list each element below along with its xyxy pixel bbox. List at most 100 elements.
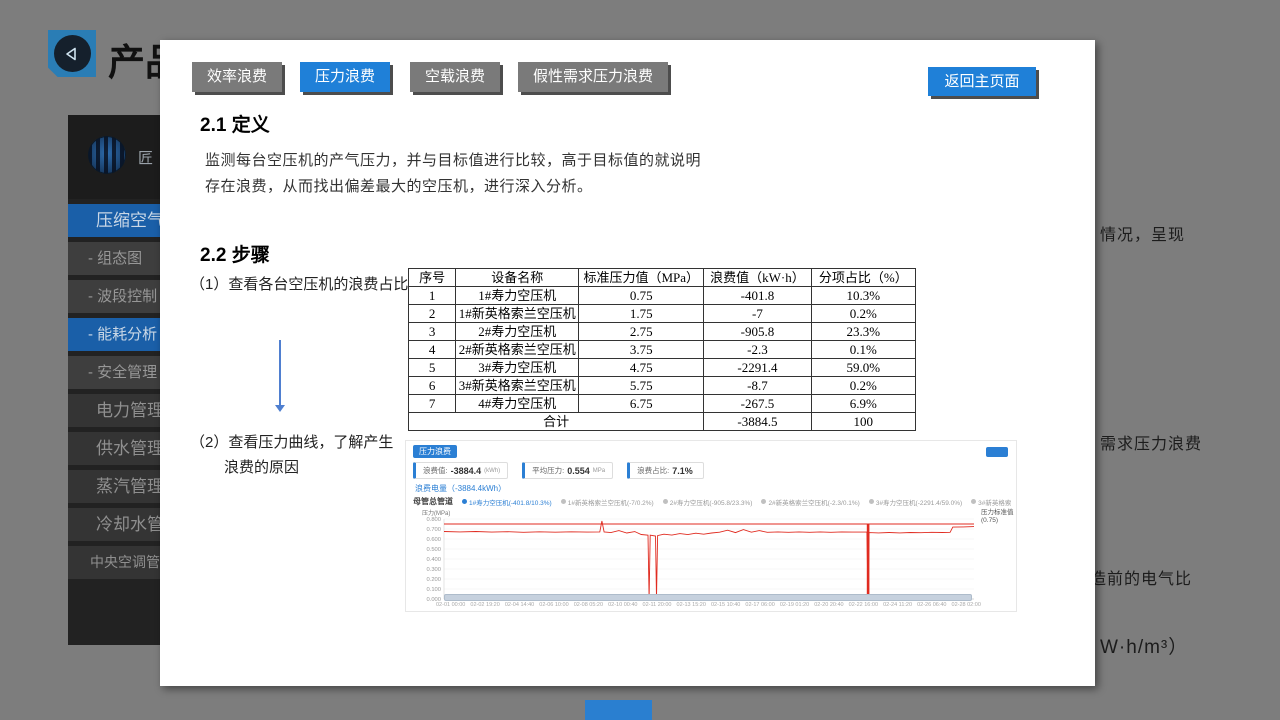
main-panel: 效率浪费 压力浪费 空载浪费 假性需求压力浪费 返回主页面 2.1 定义 监测每… — [160, 40, 1095, 686]
table-cell: 0.1% — [811, 341, 915, 359]
table-cell: 3#寿力空压机 — [456, 359, 579, 377]
legend-dot-icon — [561, 499, 566, 504]
svg-text:0.600: 0.600 — [426, 537, 441, 543]
table-cell: 5 — [409, 359, 456, 377]
x-axis-tick-label: 02-20 20:40 — [814, 602, 843, 608]
table-row: 32#寿力空压机2.75-905.823.3% — [409, 323, 916, 341]
tab-efficiency-waste[interactable]: 效率浪费 — [192, 62, 282, 92]
tab-idle-waste[interactable]: 空载浪费 — [410, 62, 500, 92]
brand-logo-icon — [88, 136, 126, 174]
bg-text-fragment: W·h/m³） — [1100, 632, 1188, 659]
x-axis-tick-label: 02-10 00:40 — [608, 602, 637, 608]
table-cell: -267.5 — [704, 395, 811, 413]
table-cell: 6 — [409, 377, 456, 395]
legend-item[interactable]: 2#寿力空压机(-905.8/23.3%) — [663, 497, 753, 507]
mini-action-button[interactable] — [986, 447, 1008, 457]
table-total-row: 合计-3884.5100 — [409, 413, 916, 431]
x-axis-tick-label: 02-26 06:40 — [917, 602, 946, 608]
legend-item[interactable]: 3#寿力空压机(-2291.4/59.0%) — [869, 497, 962, 507]
legend-row: 母管总管道 1#寿力空压机(-401.8/10.3%)1#新英格索兰空压机(-7… — [413, 496, 1011, 507]
x-axis-tick-label: 02-06 10:00 — [539, 602, 568, 608]
x-axis-tick-label: 02-01 00:00 — [436, 602, 465, 608]
x-axis-labels: 02-01 00:0002-02 19:2002-04 14:4002-06 1… — [436, 602, 981, 608]
table-cell: 6.9% — [811, 395, 915, 413]
table-cell: -2.3 — [704, 341, 811, 359]
legend-item-label: 2#寿力空压机(-905.8/23.3%) — [670, 497, 753, 507]
legend-item[interactable]: 2#新英格索兰空压机(-2.3/0.1%) — [761, 497, 859, 507]
svg-text:0.200: 0.200 — [426, 577, 441, 583]
table-cell: 23.3% — [811, 323, 915, 341]
svg-text:0.300: 0.300 — [426, 567, 441, 573]
table-cell: -7 — [704, 305, 811, 323]
table-cell: -401.8 — [704, 287, 811, 305]
table-cell: 0.2% — [811, 377, 915, 395]
table-cell: 10.3% — [811, 287, 915, 305]
table-header-cell: 设备名称 — [456, 269, 579, 287]
stat-box: 浪费占比:7.1% — [627, 462, 704, 479]
table-row: 11#寿力空压机0.75-401.810.3% — [409, 287, 916, 305]
table-cell: 1.75 — [579, 305, 704, 323]
step-1-text: （1）查看各台空压机的浪费占比 — [190, 272, 419, 297]
waste-table: 序号设备名称标准压力值（MPa）浪费值（kW·h）分项占比（%）11#寿力空压机… — [408, 268, 916, 431]
left-triangle-icon — [64, 46, 80, 62]
table-cell: -3884.5 — [704, 413, 811, 431]
table-cell: 7 — [409, 395, 456, 413]
standard-value-label: 压力标准值 (0.75) — [981, 509, 1017, 525]
definition-body-text: 监测每台空压机的产气压力，并与目标值进行比较，高于目标值的就说明存在浪费，从而找… — [205, 148, 710, 200]
table-cell: 3.75 — [579, 341, 704, 359]
return-main-page-button[interactable]: 返回主页面 — [928, 67, 1036, 96]
table-header-cell: 标准压力值（MPa） — [579, 269, 704, 287]
section-heading-steps: 2.2 步骤 — [200, 240, 270, 267]
table-header-cell: 分项占比（%） — [811, 269, 915, 287]
legend-item-label: 2#新英格索兰空压机(-2.3/0.1%) — [768, 497, 859, 507]
table-cell: 1#寿力空压机 — [456, 287, 579, 305]
step-2-text: （2）查看压力曲线，了解产生浪费的原因 — [190, 430, 400, 480]
table-cell: -905.8 — [704, 323, 811, 341]
table-cell: 4 — [409, 341, 456, 359]
back-arrow-circle — [54, 35, 91, 72]
table-cell: 2#寿力空压机 — [456, 323, 579, 341]
x-axis-tick-label: 02-19 01:20 — [780, 602, 809, 608]
legend-dot-icon — [761, 499, 766, 504]
back-arrow-icon[interactable] — [48, 30, 96, 77]
legend-items: 1#寿力空压机(-401.8/10.3%) 1#新英格索兰空压机(-7/0.2%)… — [462, 497, 1011, 507]
bg-text-fragment: 需求压力浪费 — [1100, 430, 1202, 454]
x-axis-tick-label: 02-15 10:40 — [711, 602, 740, 608]
table-cell: 3 — [409, 323, 456, 341]
legend-item-label: 3#寿力空压机(-2291.4/59.0%) — [876, 497, 962, 507]
table-cell: 2#新英格索兰空压机 — [456, 341, 579, 359]
table-cell: 0.2% — [811, 305, 915, 323]
legend-item[interactable]: 3#新英格索兰空压机(-8.7/0.2%) — [971, 497, 1011, 507]
table-row: 42#新英格索兰空压机3.75-2.30.1% — [409, 341, 916, 359]
table-cell: 4#寿力空压机 — [456, 395, 579, 413]
table-cell: 2.75 — [579, 323, 704, 341]
x-axis-tick-label: 02-02 19:20 — [470, 602, 499, 608]
table-row: 53#寿力空压机4.75-2291.459.0% — [409, 359, 916, 377]
table-header-row: 序号设备名称标准压力值（MPa）浪费值（kW·h）分项占比（%） — [409, 269, 916, 287]
tab-pressure-waste[interactable]: 压力浪费 — [300, 62, 390, 92]
slide-root: 情况，呈现 需求压力浪费 造前的电气比 W·h/m³） 产品 匠 压缩空气- 组… — [0, 0, 1280, 720]
table-cell: 合计 — [409, 413, 704, 431]
legend-item[interactable]: 1#新英格索兰空压机(-7/0.2%) — [561, 497, 654, 507]
legend-item-label: 1#寿力空压机(-401.8/10.3%) — [469, 497, 552, 507]
table-cell: 4.75 — [579, 359, 704, 377]
table-cell: 6.75 — [579, 395, 704, 413]
legend-item-label: 3#新英格索兰空压机(-8.7/0.2%) — [978, 497, 1011, 507]
section-heading-definition: 2.1 定义 — [200, 110, 270, 137]
x-axis-tick-label: 02-08 05:20 — [574, 602, 603, 608]
chart-scrollbar[interactable] — [444, 594, 972, 601]
bottom-blue-bar — [585, 700, 652, 720]
pressure-line-chart: 压力(MPa)0.8000.7000.6000.5000.4000.3000.2… — [416, 507, 976, 607]
waste-energy-link[interactable]: 浪费电量（-3884.4kWh） — [415, 483, 506, 494]
x-axis-tick-label: 02-22 16:00 — [849, 602, 878, 608]
tab-false-demand-waste[interactable]: 假性需求压力浪费 — [518, 62, 668, 92]
legend-item[interactable]: 1#寿力空压机(-401.8/10.3%) — [462, 497, 552, 507]
table-row: 21#新英格索兰空压机1.75-70.2% — [409, 305, 916, 323]
x-axis-tick-label: 02-28 02:00 — [952, 602, 981, 608]
stat-boxes: 浪费值:-3884.4(kWh)平均压力:0.554MPa浪费占比:7.1% — [413, 462, 704, 479]
legend-item-label: 1#新英格索兰空压机(-7/0.2%) — [568, 497, 654, 507]
svg-text:0.500: 0.500 — [426, 547, 441, 553]
stat-box: 浪费值:-3884.4(kWh) — [413, 462, 508, 479]
svg-text:0.700: 0.700 — [426, 527, 441, 533]
legend-dot-icon — [663, 499, 668, 504]
